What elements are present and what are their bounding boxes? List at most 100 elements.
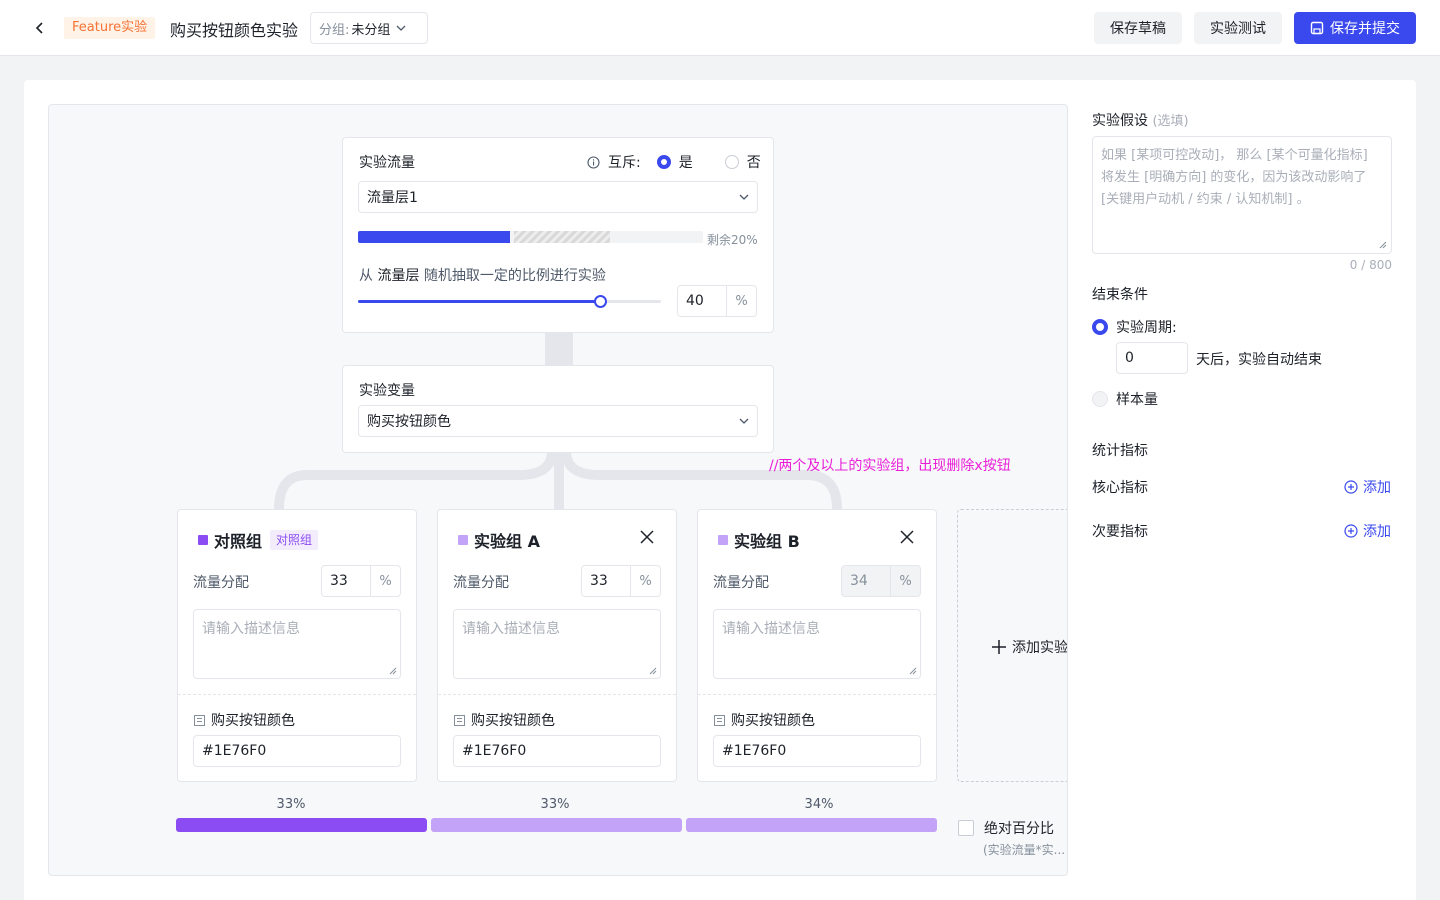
period-radio[interactable]	[1092, 319, 1108, 335]
divider	[698, 694, 936, 695]
chevron-down-icon	[739, 418, 749, 424]
exclusive-no-label: 否	[746, 155, 761, 171]
hypothesis-input[interactable]: 如果 [某项可控改动]， 那么 [某个可量化指标] 将发生 [明确方向] 的变化…	[1092, 136, 1392, 254]
core-metric-add-button[interactable]: 添加	[1344, 477, 1391, 497]
secondary-metric-add-button[interactable]: 添加	[1344, 521, 1391, 541]
sample-radio[interactable]	[1092, 391, 1108, 407]
sample-slider-fill	[358, 300, 601, 303]
sample-option[interactable]: 样本量	[1092, 389, 1158, 409]
sample-slider[interactable]	[358, 295, 661, 308]
alloc-label: 流量分配	[453, 575, 509, 591]
back-icon[interactable]	[28, 16, 52, 40]
resize-handle-icon	[1379, 241, 1387, 249]
variable-icon	[194, 714, 205, 726]
experiment-test-button[interactable]: 实验测试	[1194, 12, 1282, 44]
chevron-down-icon	[739, 194, 749, 200]
distribution-label: 33%	[276, 797, 306, 812]
variable-value-input[interactable]: #1E76F0	[193, 735, 401, 767]
absolute-percent-checkbox[interactable]	[958, 820, 974, 836]
secondary-metric-add-label: 添加	[1363, 524, 1391, 540]
percent-suffix: %	[630, 566, 660, 596]
close-icon[interactable]	[638, 528, 656, 546]
info-icon	[587, 155, 600, 169]
variable-value: #1E76F0	[722, 743, 787, 759]
group-card-a: 实验组 A 流量分配 33 % 请输入描述信息 购买按钮颜色 #1E76F0	[437, 509, 677, 782]
sample-layer: 流量层	[377, 268, 420, 284]
absolute-percent-label: 绝对百分比	[984, 821, 1054, 837]
exclusive-yes-radio[interactable]	[656, 155, 671, 169]
group-description-input[interactable]: 请输入描述信息	[713, 609, 921, 679]
group-title: 对照组 对照组	[198, 528, 319, 552]
end-condition-title: 结束条件	[1092, 287, 1148, 303]
period-label: 实验周期:	[1116, 320, 1177, 336]
sample-slider-handle[interactable]	[594, 295, 608, 308]
plus-circle-icon	[1344, 524, 1358, 538]
period-days-value: 0	[1125, 350, 1134, 366]
save-submit-label: 保存并提交	[1330, 21, 1400, 37]
sample-label: 样本量	[1116, 392, 1158, 408]
group-card-control: 对照组 对照组 流量分配 33 % 请输入描述信息 购买按钮颜色 #1E76F0	[177, 509, 417, 782]
annotation-comment: //两个及以上的实验组，出现删除x按钮	[769, 458, 1011, 474]
page-title: 购买按钮颜色实验	[170, 21, 299, 40]
top-bar: Feature实验 购买按钮颜色实验 分组: 未分组 保存草稿 实验测试 保存并…	[0, 0, 1440, 56]
hypothesis-count: 0 / 800	[1349, 258, 1392, 272]
group-color-swatch	[198, 535, 208, 545]
save-icon	[1310, 21, 1324, 35]
add-group-card[interactable]: 添加实验	[957, 509, 1068, 782]
group-title: 实验组 A	[458, 528, 540, 552]
distribution-label: 33%	[540, 797, 570, 812]
group-description-input[interactable]: 请输入描述信息	[193, 609, 401, 679]
save-draft-button[interactable]: 保存草稿	[1094, 12, 1182, 44]
core-metric-add-label: 添加	[1363, 480, 1391, 496]
variable-value: #1E76F0	[202, 743, 267, 759]
resize-handle-icon	[909, 667, 917, 675]
group-card-b: 实验组 B 流量分配 34 % 请输入描述信息 购买按钮颜色 #1E76F0	[697, 509, 937, 782]
group-select[interactable]: 分组: 未分组	[310, 12, 428, 44]
traffic-layer-value: 流量层1	[367, 190, 418, 206]
alloc-label: 流量分配	[713, 575, 769, 591]
absolute-percent-hint: (实验流量*实...	[983, 843, 1066, 857]
plus-icon	[992, 640, 1006, 654]
save-submit-button[interactable]: 保存并提交	[1294, 12, 1416, 44]
variable-select[interactable]: 购买按钮颜色	[358, 405, 758, 437]
variable-value: 购买按钮颜色	[367, 414, 451, 430]
hypothesis-optional: (选填)	[1152, 114, 1189, 129]
resize-handle-icon	[649, 667, 657, 675]
sample-percent-input[interactable]: 40 %	[677, 285, 757, 317]
resize-handle-icon	[389, 667, 397, 675]
plus-circle-icon	[1344, 480, 1358, 494]
secondary-metric-label: 次要指标	[1092, 524, 1148, 540]
variable-title: 实验变量	[359, 383, 415, 399]
add-group-label: 添加实验	[1012, 640, 1068, 656]
exclusive-yes-label: 是	[678, 155, 693, 171]
absolute-percent-option[interactable]: 绝对百分比	[958, 818, 1054, 838]
alloc-input[interactable]: 33 %	[321, 565, 401, 597]
period-days-input[interactable]: 0	[1116, 342, 1188, 374]
period-option[interactable]: 实验周期:	[1092, 317, 1177, 337]
percent-suffix: %	[726, 286, 756, 316]
variable-value-input[interactable]: #1E76F0	[713, 735, 921, 767]
sample-suffix: 随机抽取一定的比例进行实验	[423, 268, 606, 284]
exclusive-no-radio[interactable]	[724, 155, 739, 169]
sample-percent-value: 40	[686, 293, 704, 309]
variable-label-row: 购买按钮颜色	[194, 710, 295, 730]
variable-label: 购买按钮颜色	[471, 713, 555, 729]
variable-value-input[interactable]: #1E76F0	[453, 735, 661, 767]
group-title: 实验组 B	[718, 528, 800, 552]
core-metric-label: 核心指标	[1092, 480, 1148, 496]
alloc-input[interactable]: 33 %	[581, 565, 661, 597]
divider	[178, 694, 416, 695]
alloc-value: 33	[590, 573, 608, 589]
group-name: 实验组 A	[474, 532, 540, 551]
exclusive-group: 互斥: 是 否	[587, 152, 761, 172]
traffic-card: 实验流量 互斥: 是 否 流量层1 剩余20% 从 流量层 随机抽取一定的比例进…	[342, 137, 774, 333]
distribution-bar-b	[686, 818, 937, 832]
distribution-bar-control	[176, 818, 427, 832]
group-description-input[interactable]: 请输入描述信息	[453, 609, 661, 679]
alloc-value: 34	[850, 573, 868, 589]
alloc-value: 33	[330, 573, 348, 589]
close-icon[interactable]	[898, 528, 916, 546]
group-color-swatch	[718, 535, 728, 545]
variable-label: 购买按钮颜色	[731, 713, 815, 729]
traffic-layer-select[interactable]: 流量层1	[358, 181, 758, 213]
